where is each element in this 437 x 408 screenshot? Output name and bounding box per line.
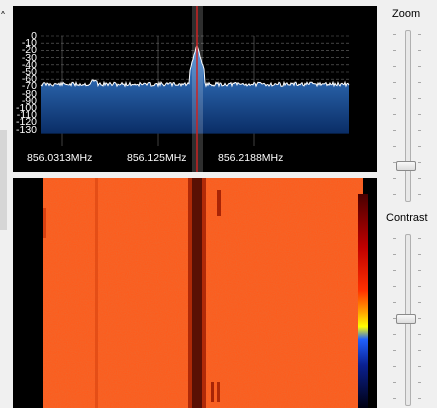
waterfall-burst-bottom-b [217,382,220,402]
slider-tick [393,382,396,383]
waterfall-plot[interactable] [13,178,377,408]
slider-tick [418,146,421,147]
slider-tick [418,114,421,115]
slider-tick [418,238,421,239]
spectrum-plot[interactable] [13,6,377,172]
slider-tick [418,66,421,67]
zoom-slider-thumb[interactable] [396,161,416,171]
freq-label-center: 856.125MHz [127,152,187,164]
waterfall-streak [95,178,98,408]
slider-tick [418,82,421,83]
slider-tick [393,286,396,287]
zoom-label: Zoom [392,8,421,20]
waterfall-signal-trace [192,178,202,408]
waterfall-colorbar [358,194,368,408]
freq-label-left: 856.0313MHz [27,152,93,164]
slider-tick [393,302,396,303]
slider-tick [393,178,396,179]
slider-tick [393,114,396,115]
waterfall-burst-bottom-a [211,382,214,402]
slider-tick [393,82,396,83]
slider-tick [418,162,421,163]
slider-tick [393,398,396,399]
slider-tick [393,50,396,51]
slider-tick [418,366,421,367]
slider-tick [393,334,396,335]
zoom-slider[interactable] [393,26,421,202]
slider-tick [418,382,421,383]
slider-tick [418,50,421,51]
slider-tick [418,254,421,255]
contrast-label: Contrast [386,212,428,224]
slider-tick [393,350,396,351]
zoom-slider-track[interactable] [405,30,411,202]
waterfall-signal-edge-left [188,178,192,408]
slider-tick [393,66,396,67]
slider-tick [418,130,421,131]
collapse-caret-icon[interactable]: ˄ [0,10,6,24]
freq-label-right: 856.2188MHz [218,152,284,164]
slider-tick [393,130,396,131]
slider-tick [418,194,421,195]
slider-tick [418,350,421,351]
y-tick-label: -130 [15,123,37,136]
spectrum-display[interactable]: 0 -10 -20 -30 -40 -50 -60 -70 -80 -90 -100 -110 -120… [13,6,377,172]
left-panel-strip [0,0,10,408]
contrast-slider[interactable] [393,230,421,406]
slider-tick [418,178,421,179]
slider-tick [393,270,396,271]
slider-tick [418,286,421,287]
slider-tick [418,302,421,303]
slider-tick [393,254,396,255]
waterfall-signal-edge-right [202,178,206,408]
waterfall-display[interactable] [13,178,377,408]
left-scrollbar[interactable] [0,130,7,230]
slider-tick [418,334,421,335]
waterfall-artifact-left [43,208,46,238]
slider-tick [393,98,396,99]
slider-tick [418,318,421,319]
slider-tick [393,238,396,239]
slider-tick [393,366,396,367]
slider-tick [393,34,396,35]
waterfall-burst-top [217,190,221,216]
slider-tick [418,98,421,99]
slider-tick [393,146,396,147]
slider-tick [393,194,396,195]
contrast-slider-thumb[interactable] [396,313,416,324]
slider-tick [418,398,421,399]
slider-tick [418,270,421,271]
slider-tick [418,34,421,35]
